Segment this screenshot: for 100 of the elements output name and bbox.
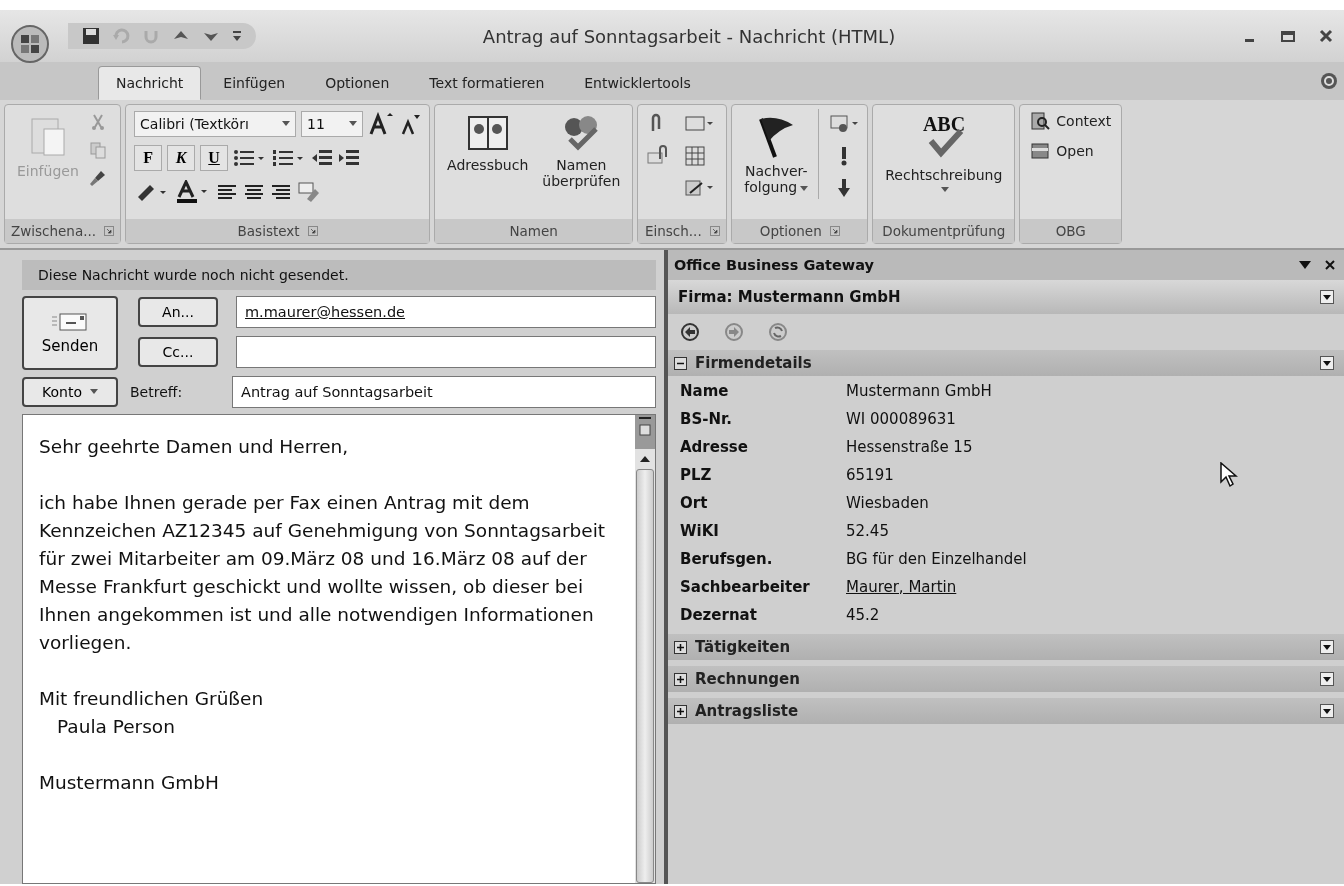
underline-button[interactable]: U — [200, 145, 229, 171]
decrease-indent-icon[interactable] — [311, 148, 334, 168]
group-label: Optionen — [759, 223, 822, 239]
to-field[interactable]: m.maurer@hessen.de — [236, 296, 656, 328]
help-icon[interactable] — [1320, 72, 1338, 90]
dropdown-icon[interactable] — [1320, 356, 1334, 370]
field-label: Ort — [680, 494, 709, 512]
italic-button[interactable]: K — [167, 145, 196, 171]
section-header[interactable]: Rechnungen — [668, 666, 1344, 692]
field-value: WI 000089631 — [846, 410, 956, 428]
dropdown-icon[interactable] — [1320, 640, 1334, 654]
refresh-icon[interactable] — [768, 322, 788, 342]
ribbon-tab[interactable]: Einfügen — [205, 66, 304, 100]
voting-icon[interactable] — [829, 113, 860, 135]
ribbon-tab[interactable]: Optionen — [307, 66, 408, 100]
ribbon-tab[interactable]: Entwicklertools — [566, 66, 709, 100]
company-title: Firma: Mustermann GmbH — [678, 288, 901, 306]
field-label: Adresse — [680, 438, 749, 456]
send-button[interactable]: Senden — [22, 296, 118, 370]
signature-icon[interactable] — [684, 177, 715, 199]
expand-icon[interactable] — [674, 672, 687, 686]
expand-icon[interactable] — [674, 640, 687, 654]
caret-icon — [800, 186, 809, 192]
brush-icon[interactable] — [88, 169, 107, 187]
back-icon[interactable] — [680, 322, 700, 342]
shrink-font-icon[interactable] — [399, 112, 422, 136]
field-value: Hessenstraße 15 — [846, 438, 973, 456]
group-label: Dokumentprüfung — [882, 223, 1006, 239]
field-label: WiKI — [680, 522, 720, 540]
dialog-launcher-icon[interactable] — [104, 226, 115, 236]
scrollbar[interactable] — [635, 415, 655, 883]
close-icon[interactable] — [1318, 28, 1334, 44]
close-icon[interactable] — [1324, 259, 1336, 271]
font-name-field[interactable]: Calibri (Textkörı — [134, 111, 297, 137]
section-title: Firmendetails — [695, 354, 813, 372]
section-title: Rechnungen — [695, 670, 801, 688]
section-title: Antragsliste — [695, 702, 800, 720]
subject-label: Betreff: — [130, 384, 184, 400]
caret-icon — [349, 121, 358, 127]
dropdown-icon[interactable] — [1320, 704, 1334, 718]
closing-text: Mit freundlichen Grüßen — [39, 687, 265, 711]
dialog-launcher-icon[interactable] — [709, 226, 720, 236]
pane-title: Office Business Gateway — [674, 257, 876, 273]
group-label: Einsch... — [644, 223, 702, 239]
check-names-button[interactable]: Namen überprüfen — [538, 109, 625, 193]
save-icon[interactable] — [82, 27, 100, 45]
maximize-icon[interactable] — [1280, 28, 1296, 44]
cc-button[interactable]: Cc... — [138, 337, 218, 367]
subject-field[interactable]: Antrag auf Sonntagsarbeit — [232, 376, 656, 408]
scroll-options-icon[interactable] — [635, 415, 655, 449]
field-value: 52.45 — [846, 522, 889, 540]
group-label: Basistext — [237, 223, 300, 239]
window-icon — [1030, 141, 1051, 161]
align-right-icon[interactable] — [270, 182, 293, 202]
dialog-launcher-icon[interactable] — [307, 226, 318, 236]
caret-icon — [282, 121, 291, 127]
group-label: Zwischena... — [11, 223, 97, 239]
section-header[interactable]: Tätigkeiten — [668, 634, 1344, 660]
to-button[interactable]: An... — [138, 297, 218, 327]
body-paragraph: Sehr geehrte Damen und Herren, — [39, 435, 350, 459]
section-header[interactable]: Firmendetails — [668, 350, 1344, 376]
ribbon-tab[interactable]: Text formatieren — [411, 66, 563, 100]
expand-icon[interactable] — [674, 704, 687, 718]
field-label: Name — [680, 382, 730, 400]
calendar-icon[interactable] — [684, 145, 707, 167]
caret-icon — [941, 187, 950, 193]
down-arrow-icon[interactable] — [837, 177, 852, 199]
field-value: Mustermann GmbH — [846, 382, 992, 400]
office-button[interactable] — [10, 24, 50, 64]
bold-button[interactable]: F — [134, 145, 163, 171]
pane-menu-icon[interactable] — [1298, 260, 1312, 270]
align-center-icon[interactable] — [243, 182, 266, 202]
font-size-field[interactable]: 11 — [301, 111, 364, 137]
increase-indent-icon[interactable] — [338, 148, 361, 168]
account-button[interactable]: Konto — [22, 377, 118, 407]
group-label: Namen — [509, 223, 558, 239]
spelling-button[interactable]: ABC Rechtschreibung — [881, 109, 1007, 197]
dropdown-icon[interactable] — [1320, 290, 1334, 304]
contact-link[interactable]: Maurer, Martin — [846, 578, 957, 596]
envelope-icon — [50, 311, 90, 333]
customize-caret-icon[interactable] — [232, 29, 242, 43]
follow-up-button[interactable]: Nachver- folgung — [740, 109, 813, 199]
grow-font-icon[interactable] — [368, 112, 395, 136]
window-title: Antrag auf Sonntagsarbeit - Nachricht (HTML) — [481, 25, 897, 47]
field-label: Dezernat — [680, 606, 758, 624]
open-button[interactable]: Open — [1028, 139, 1114, 163]
section-header[interactable]: Antragsliste — [668, 698, 1344, 724]
align-left-icon[interactable] — [216, 182, 239, 202]
ribbon-tab[interactable]: Nachricht — [98, 66, 202, 100]
cc-field[interactable] — [236, 336, 656, 368]
dropdown-icon[interactable] — [1320, 672, 1334, 686]
field-label: Sachbearbeiter — [680, 578, 811, 596]
context-button[interactable]: Context — [1028, 109, 1114, 133]
collapse-icon[interactable] — [674, 356, 687, 370]
field-value: 45.2 — [846, 606, 880, 624]
body-paragraph: Mustermann GmbH — [39, 771, 220, 795]
caret-icon — [90, 389, 98, 395]
dialog-launcher-icon[interactable] — [829, 226, 840, 236]
field-value: Wiesbaden — [846, 494, 929, 512]
address-book-button[interactable]: Adressbuch — [443, 109, 533, 177]
